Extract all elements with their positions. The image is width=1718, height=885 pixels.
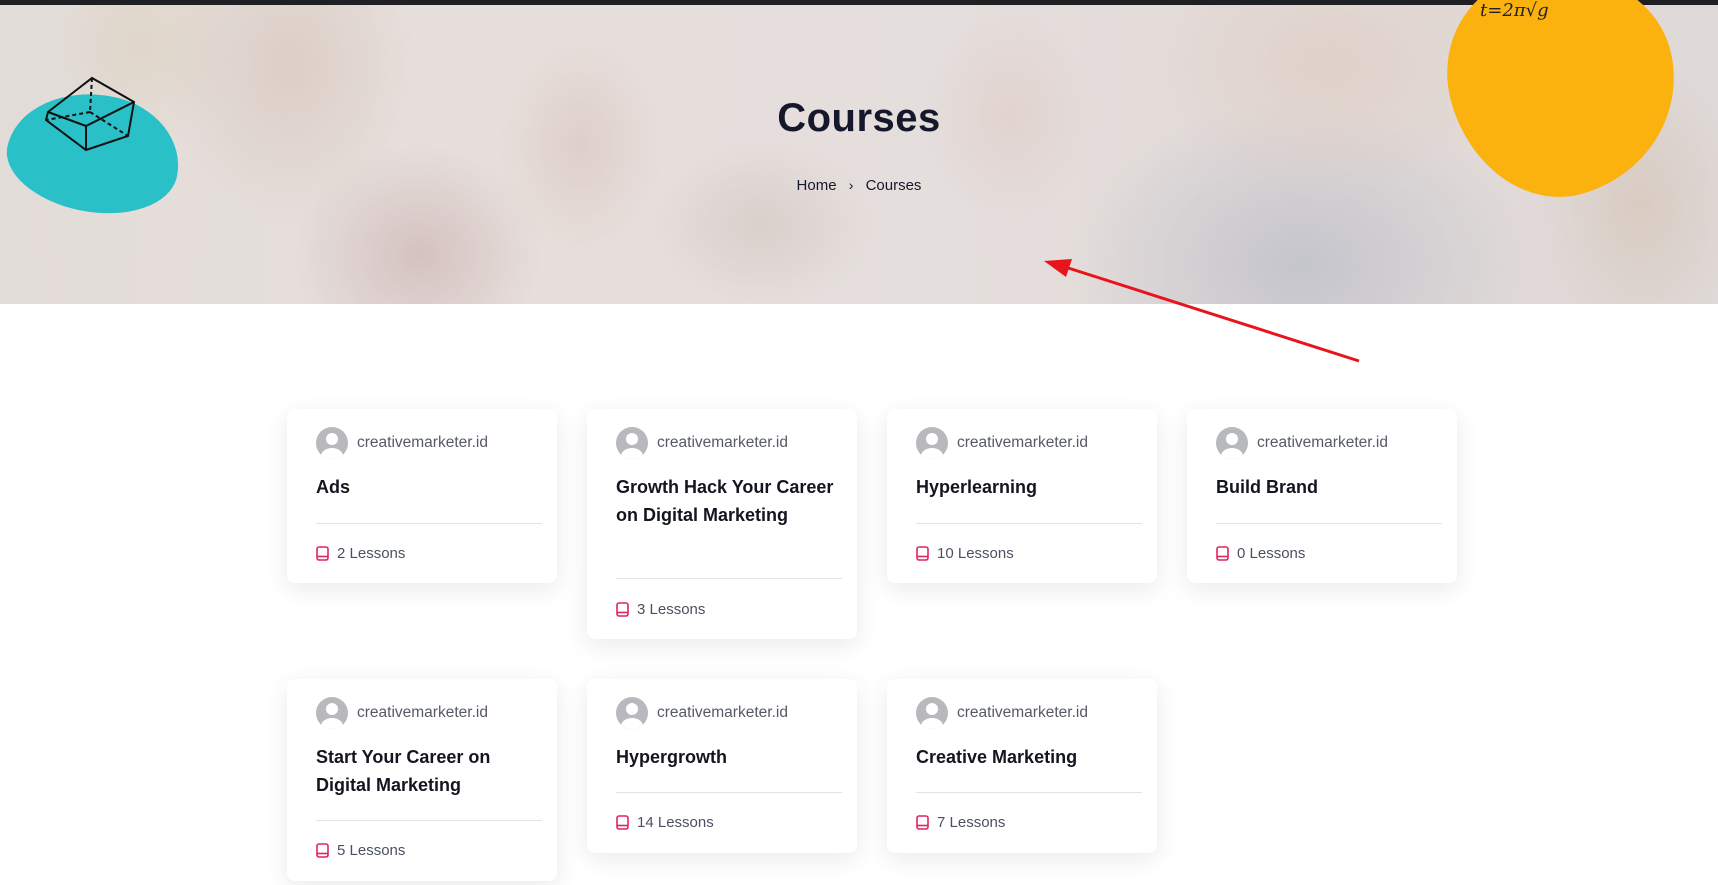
card-divider xyxy=(316,820,542,821)
lesson-count: 0 Lessons xyxy=(1216,545,1305,562)
author-name[interactable]: creativemarketer.id xyxy=(657,434,788,452)
page-title: Courses xyxy=(777,96,941,140)
course-card[interactable]: creativemarketer.id Hypergrowth 14 Lesso… xyxy=(587,679,857,853)
course-card[interactable]: creativemarketer.id Ads 2 Lessons xyxy=(287,409,557,583)
lesson-count: 2 Lessons xyxy=(316,545,405,562)
chevron-right-icon: › xyxy=(848,177,854,194)
course-title[interactable]: Hypergrowth xyxy=(616,743,841,771)
lesson-count-text: 3 Lessons xyxy=(637,601,706,618)
card-divider xyxy=(916,792,1142,793)
lesson-count-text: 2 Lessons xyxy=(337,545,406,562)
card-divider xyxy=(916,523,1142,524)
course-title[interactable]: Ads xyxy=(316,473,541,501)
book-icon xyxy=(616,602,629,617)
author-name[interactable]: creativemarketer.id xyxy=(357,434,488,452)
course-author[interactable]: creativemarketer.id xyxy=(316,427,488,459)
author-name[interactable]: creativemarketer.id xyxy=(957,434,1088,452)
course-author[interactable]: creativemarketer.id xyxy=(1216,427,1388,459)
course-author[interactable]: creativemarketer.id xyxy=(916,697,1088,729)
lesson-count: 5 Lessons xyxy=(316,842,405,859)
course-title[interactable]: Hyperlearning xyxy=(916,473,1141,501)
card-divider xyxy=(616,578,842,579)
lesson-count: 14 Lessons xyxy=(616,814,714,831)
lesson-count-text: 5 Lessons xyxy=(337,842,406,859)
author-name[interactable]: creativemarketer.id xyxy=(957,704,1088,722)
course-title[interactable]: Growth Hack Your Career on Digital Marke… xyxy=(616,473,841,529)
course-author[interactable]: creativemarketer.id xyxy=(316,697,488,729)
course-card[interactable]: creativemarketer.id Growth Hack Your Car… xyxy=(587,409,857,639)
course-title[interactable]: Build Brand xyxy=(1216,473,1441,501)
book-icon xyxy=(916,815,929,830)
lesson-count-text: 10 Lessons xyxy=(937,545,1014,562)
course-card[interactable]: creativemarketer.id Build Brand 0 Lesson… xyxy=(1187,409,1457,583)
avatar-icon xyxy=(1216,427,1248,459)
breadcrumb: Home › Courses xyxy=(0,176,1718,194)
course-author[interactable]: creativemarketer.id xyxy=(916,427,1088,459)
course-card[interactable]: creativemarketer.id Hyperlearning 10 Les… xyxy=(887,409,1157,583)
author-name[interactable]: creativemarketer.id xyxy=(1257,434,1388,452)
book-icon xyxy=(1216,546,1229,561)
avatar-icon xyxy=(616,697,648,729)
card-divider xyxy=(316,523,542,524)
book-icon xyxy=(916,546,929,561)
author-name[interactable]: creativemarketer.id xyxy=(657,704,788,722)
lesson-count: 7 Lessons xyxy=(916,814,1005,831)
course-card[interactable]: creativemarketer.id Start Your Career on… xyxy=(287,679,557,881)
lesson-count-text: 7 Lessons xyxy=(937,814,1006,831)
lesson-count-text: 0 Lessons xyxy=(1237,545,1306,562)
card-divider xyxy=(616,792,842,793)
avatar-icon xyxy=(316,697,348,729)
lesson-count-text: 14 Lessons xyxy=(637,814,714,831)
book-icon xyxy=(316,843,329,858)
course-author[interactable]: creativemarketer.id xyxy=(616,697,788,729)
card-divider xyxy=(1216,523,1442,524)
formula-decoration: t=2π√g xyxy=(1480,0,1549,21)
avatar-icon xyxy=(916,697,948,729)
lesson-count: 10 Lessons xyxy=(916,545,1014,562)
book-icon xyxy=(316,546,329,561)
course-title[interactable]: Creative Marketing xyxy=(916,743,1141,771)
breadcrumb-home-link[interactable]: Home xyxy=(797,177,837,194)
book-icon xyxy=(616,815,629,830)
author-name[interactable]: creativemarketer.id xyxy=(357,704,488,722)
breadcrumb-current: Courses xyxy=(865,176,922,194)
avatar-icon xyxy=(316,427,348,459)
lesson-count: 3 Lessons xyxy=(616,601,705,618)
avatar-icon xyxy=(916,427,948,459)
course-card[interactable]: creativemarketer.id Creative Marketing 7… xyxy=(887,679,1157,853)
course-title[interactable]: Start Your Career on Digital Marketing xyxy=(316,743,541,799)
course-author[interactable]: creativemarketer.id xyxy=(616,427,788,459)
avatar-icon xyxy=(616,427,648,459)
